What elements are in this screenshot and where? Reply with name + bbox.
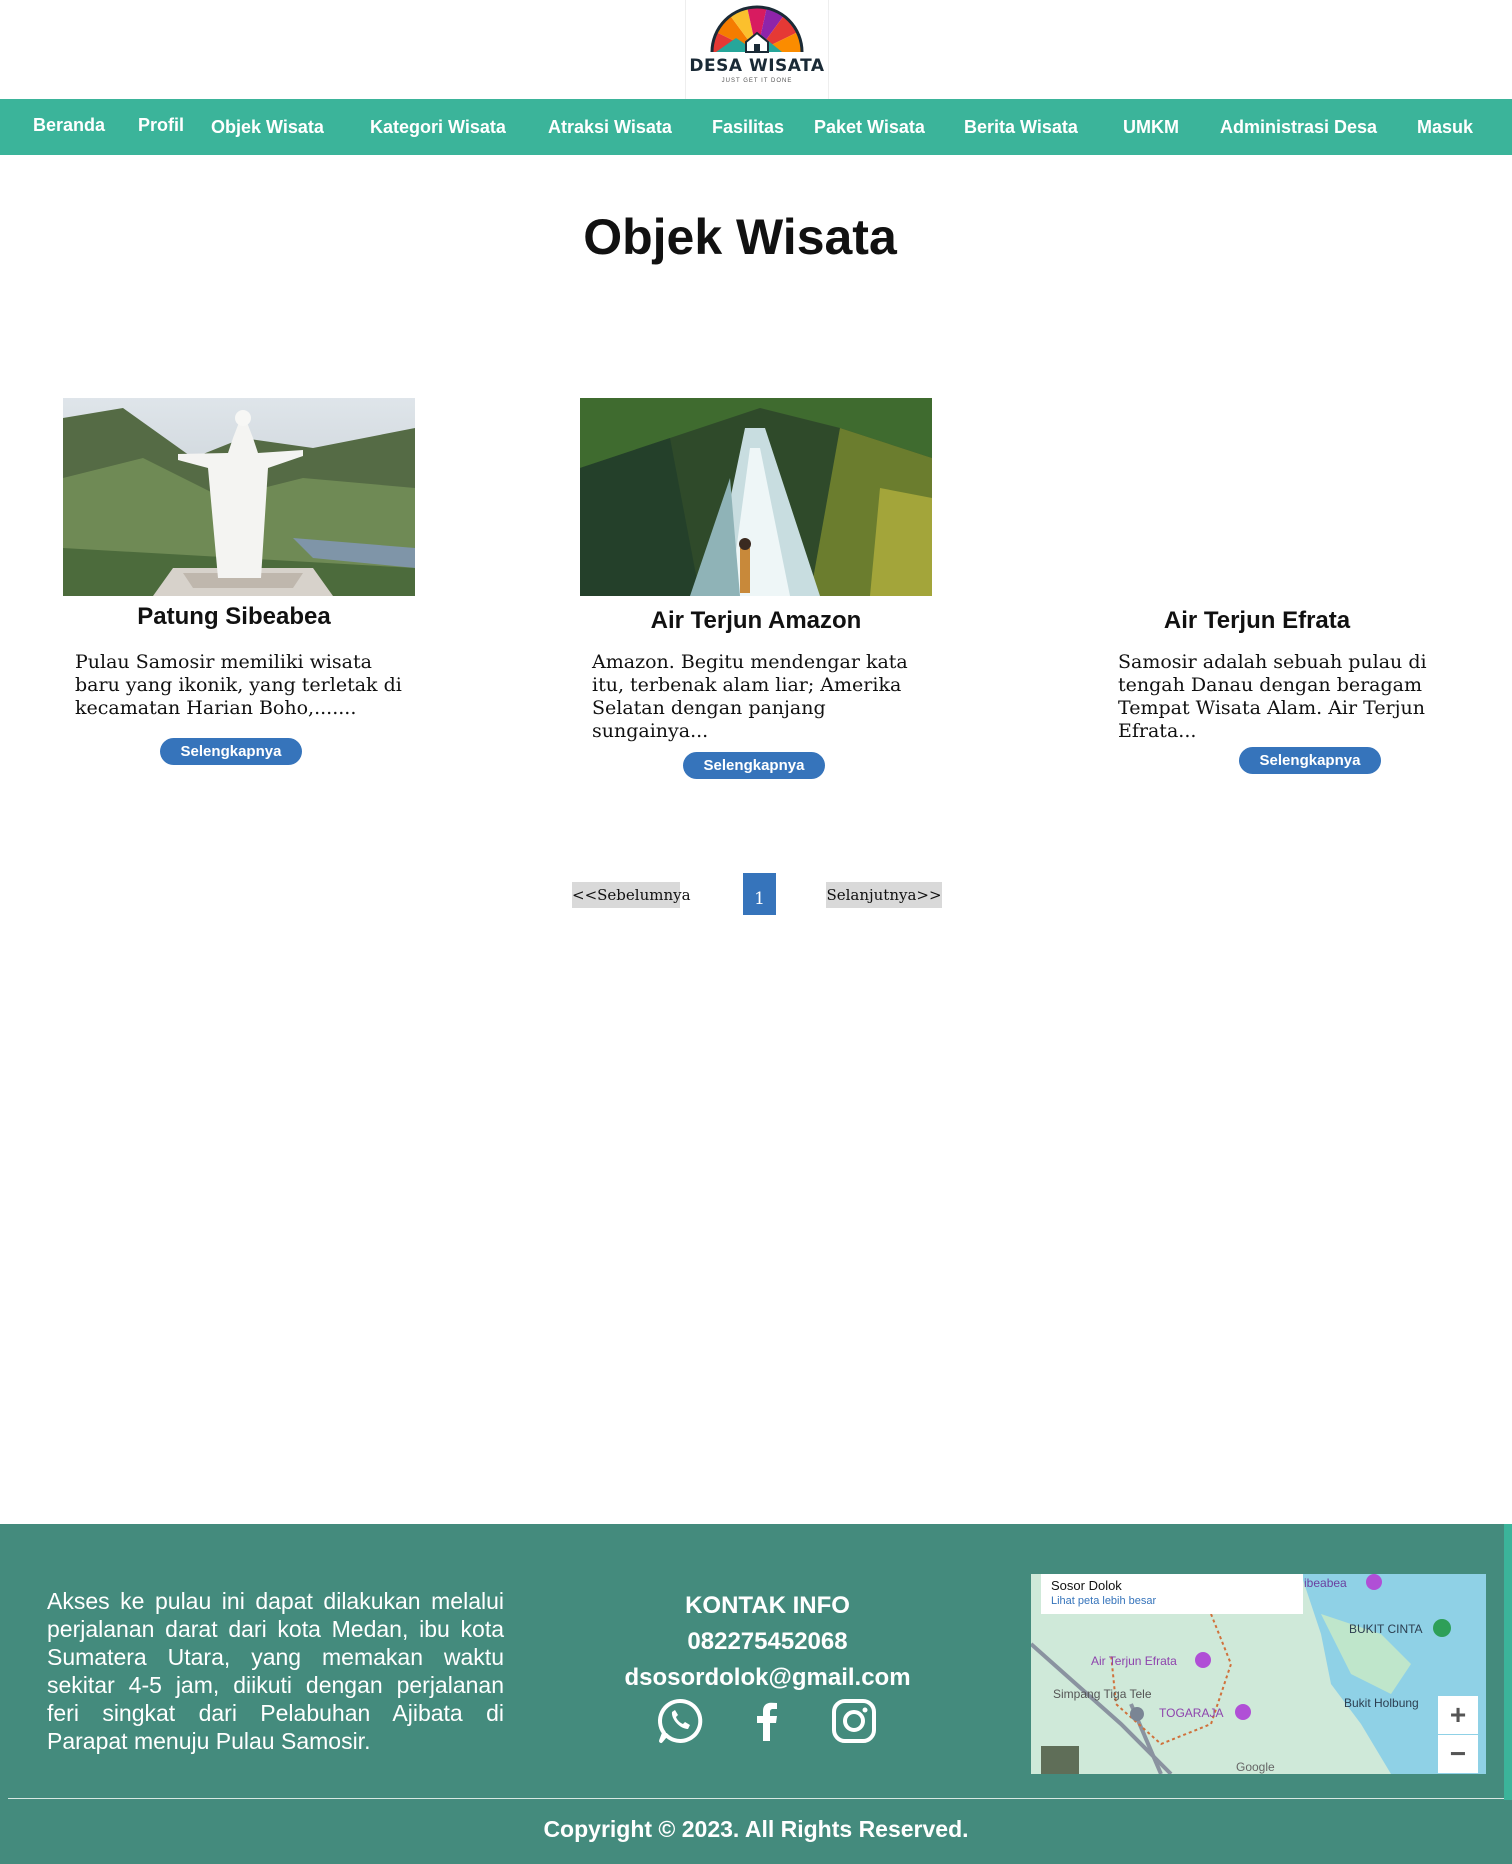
- nav-masuk[interactable]: Masuk: [1417, 117, 1473, 138]
- map-label: Air Terjun Efrata: [1091, 1654, 1177, 1668]
- card-title-patung-sibeabea[interactable]: Patung Sibeabea: [63, 603, 405, 631]
- selengkapnya-button[interactable]: Selengkapnya: [160, 738, 302, 765]
- google-logo: Google: [1236, 1760, 1275, 1774]
- contact-phone[interactable]: 082275452068: [560, 1628, 975, 1656]
- pagination-page-1[interactable]: 1: [743, 873, 776, 915]
- footer-divider: [8, 1798, 1504, 1799]
- map-info-card: Sosor Dolok Lihat peta lebih besar: [1041, 1574, 1303, 1614]
- desc-line: Samosir adalah sebuah pulau di: [1118, 651, 1427, 673]
- contact-title: KONTAK INFO: [685, 1592, 850, 1619]
- card-title-air-terjun-amazon[interactable]: Air Terjun Amazon: [580, 607, 932, 635]
- card-desc-patung-sibeabea: Pulau Samosir memiliki wisata baru yang …: [75, 651, 415, 720]
- facebook-icon[interactable]: [743, 1697, 791, 1745]
- nav-umkm[interactable]: UMKM: [1123, 117, 1179, 138]
- footer-edge-accent: [1504, 1524, 1512, 1800]
- footer-about-text: Akses ke pulau ini dapat dilakukan melal…: [47, 1588, 504, 1754]
- map-zoom-in-button[interactable]: +: [1438, 1696, 1478, 1734]
- page-title: Objek Wisata: [583, 209, 897, 265]
- desc-line: Pulau Samosir memiliki wisata: [75, 651, 372, 673]
- copyright-text: Copyright © 2023. All Rights Reserved.: [543, 1816, 969, 1842]
- map-zoom-out-button[interactable]: −: [1438, 1735, 1478, 1773]
- nav-kategori-wisata[interactable]: Kategori Wisata: [370, 117, 506, 138]
- card-desc-air-terjun-efrata: Samosir adalah sebuah pulau di tengah Da…: [1118, 651, 1458, 743]
- nav-objek-wisata[interactable]: Objek Wisata: [211, 117, 324, 138]
- desc-line: baru yang ikonik, yang terletak di: [75, 674, 402, 696]
- map-label: BUKIT CINTA: [1349, 1622, 1423, 1636]
- desc-line: kecamatan Harian Boho,.......: [75, 697, 357, 719]
- brand-name: DESA WISATA: [689, 56, 825, 76]
- nav-atraksi-wisata[interactable]: Atraksi Wisata: [548, 117, 672, 138]
- site-logo[interactable]: DESA WISATA JUST GET IT DONE: [685, 0, 829, 99]
- brand-tagline: JUST GET IT DONE: [721, 78, 793, 84]
- nav-paket-wisata[interactable]: Paket Wisata: [814, 117, 925, 138]
- desc-line: Efrata...: [1118, 720, 1197, 742]
- pagination-next[interactable]: Selanjutnya>>: [826, 882, 942, 908]
- nav-profil[interactable]: Profil: [138, 115, 184, 136]
- desc-line: Amazon. Begitu mendengar kata: [592, 651, 908, 673]
- embedded-map[interactable]: Sosor Dolok Lihat peta lebih besar ibeab…: [1031, 1574, 1486, 1774]
- selengkapnya-button[interactable]: Selengkapnya: [683, 752, 825, 779]
- map-label: Bukit Holbung: [1344, 1696, 1419, 1710]
- map-place-name: Sosor Dolok: [1051, 1578, 1122, 1593]
- map-label: ibeabea: [1304, 1576, 1347, 1590]
- map-label: Simpang Tiga Tele: [1053, 1687, 1152, 1701]
- selengkapnya-button[interactable]: Selengkapnya: [1239, 747, 1381, 774]
- nav-administrasi-desa[interactable]: Administrasi Desa: [1220, 117, 1377, 138]
- map-larger-link[interactable]: Lihat peta lebih besar: [1051, 1595, 1156, 1607]
- nav-fasilitas[interactable]: Fasilitas: [712, 117, 784, 138]
- map-label: TOGARAJA: [1159, 1706, 1224, 1720]
- card-image-waterfall[interactable]: [580, 398, 932, 596]
- instagram-icon[interactable]: [830, 1697, 878, 1745]
- desc-line: sungainya...: [592, 720, 709, 742]
- pagination-prev[interactable]: <<Sebelumnya: [572, 882, 691, 908]
- rainbow-house-icon: [710, 5, 804, 53]
- whatsapp-icon[interactable]: [656, 1697, 704, 1745]
- card-image-statue[interactable]: [63, 398, 415, 596]
- main-navbar: Beranda Profil Objek Wisata Kategori Wis…: [0, 99, 1512, 155]
- desc-line: tengah Danau dengan beragam: [1118, 674, 1423, 696]
- card-title-air-terjun-efrata[interactable]: Air Terjun Efrata: [1090, 607, 1424, 635]
- desc-line: Selatan dengan panjang: [592, 697, 826, 719]
- nav-berita-wisata[interactable]: Berita Wisata: [964, 117, 1078, 138]
- card-desc-air-terjun-amazon: Amazon. Begitu mendengar kata itu, terbe…: [592, 651, 932, 743]
- contact-email[interactable]: dsosordolok@gmail.com: [560, 1664, 975, 1692]
- nav-beranda[interactable]: Beranda: [33, 115, 105, 136]
- desc-line: itu, terbenak alam liar; Amerika: [592, 674, 902, 696]
- desc-line: Tempat Wisata Alam. Air Terjun: [1118, 697, 1426, 719]
